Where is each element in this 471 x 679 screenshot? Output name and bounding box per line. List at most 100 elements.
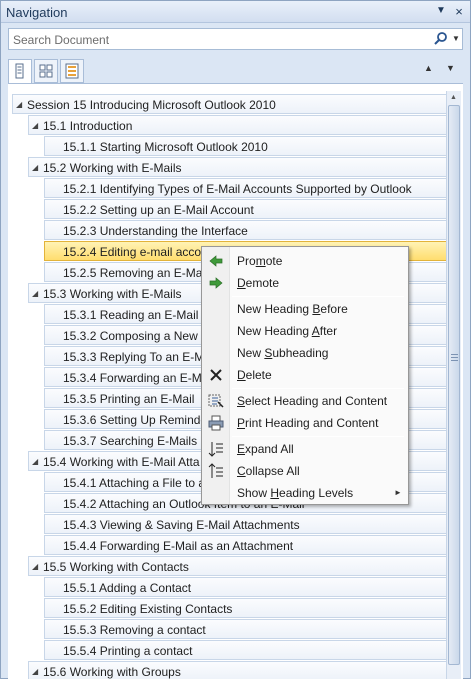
menu-item-new-subheading[interactable]: New Subheading <box>204 343 406 363</box>
tree-item[interactable]: 15.2.3 Understanding the Interface <box>44 220 446 240</box>
promote-arrow-icon <box>208 253 224 269</box>
tree-item[interactable]: 15.4.3 Viewing & Saving E-Mail Attachmen… <box>44 514 446 534</box>
search-icon[interactable] <box>433 31 449 47</box>
tree-item-label: 15.4.4 Forwarding E-Mail as an Attachmen… <box>63 539 294 553</box>
tree-item[interactable]: 15.5.3 Removing a contact <box>44 619 446 639</box>
demote-arrow-icon <box>208 275 224 291</box>
menu-item-label: Print Heading and Content <box>237 416 379 430</box>
tree-item-label: 15.2.5 Removing an E-Mail <box>63 266 208 280</box>
search-placeholder[interactable]: Search Document <box>13 33 109 47</box>
menu-item-show-heading-levels[interactable]: Show Heading Levels ► <box>204 483 406 503</box>
search-input[interactable]: Search Document ▼ <box>8 28 463 50</box>
close-icon[interactable]: × <box>452 4 466 19</box>
scrollbar-grip <box>451 354 458 361</box>
menu-item-print-heading-and-content[interactable]: Print Heading and Content <box>204 413 406 433</box>
tree-item-label: 15.5.1 Adding a Contact <box>63 581 192 595</box>
pane-title: Navigation <box>6 5 68 20</box>
tree-item-label: 15.2.2 Setting up an E-Mail Account <box>63 203 254 217</box>
tab-results[interactable] <box>60 59 84 83</box>
tree-item-label: 15.3.2 Composing a New E <box>63 329 210 343</box>
tree-item[interactable]: 15.5.4 Printing a contact <box>44 640 446 660</box>
menu-item-label: New Heading Before <box>237 302 348 316</box>
context-menu: Promote Demote New Heading Before New Headi… <box>201 246 409 505</box>
printer-icon <box>208 415 224 431</box>
tree-item-label: 15.5.3 Removing a contact <box>63 623 206 637</box>
next-heading-button[interactable]: ▼ <box>446 63 455 73</box>
menu-item-label: Delete <box>237 368 272 382</box>
tree-item-label: 15.4 Working with E-Mail Atta <box>43 455 200 469</box>
tree-item-label: 15.3.7 Searching E-Mails <box>63 434 198 448</box>
menu-item-expand-all[interactable]: Expand All <box>204 439 406 459</box>
menu-item-label: New Subheading <box>237 346 329 360</box>
tree-item[interactable]: ◢ 15.5 Working with Contacts <box>28 556 446 576</box>
tree-item-label: 15.2 Working with E-Mails <box>43 161 182 175</box>
collapse-triangle-icon[interactable]: ◢ <box>32 562 38 571</box>
menu-item-label: New Heading After <box>237 324 338 338</box>
menu-separator <box>232 436 404 437</box>
tree-item-label: 15.1 Introduction <box>43 119 133 133</box>
tree-item-label: Session 15 Introducing Microsoft Outlook… <box>27 98 276 112</box>
tree-item-label: 15.3.6 Setting Up Reminde <box>63 413 208 427</box>
menu-item-promote[interactable]: Promote <box>204 251 406 271</box>
menu-item-label: Promote <box>237 254 283 268</box>
pane-options-icon[interactable]: ▼ <box>435 5 447 19</box>
collapse-triangle-icon[interactable]: ◢ <box>32 121 38 130</box>
tree-item[interactable]: 15.4.4 Forwarding E-Mail as an Attachmen… <box>44 535 446 555</box>
tree-item-label: 15.3.3 Replying To an E-Ma <box>63 350 211 364</box>
tree-item[interactable]: ◢ 15.6 Working with Groups <box>28 661 446 679</box>
tree-item[interactable]: ◢ 15.2 Working with E-Mails <box>28 157 446 177</box>
menu-separator <box>232 296 404 297</box>
results-list-icon <box>65 63 79 79</box>
tree-item-label: 15.2.4 Editing e-mail accou <box>63 245 208 259</box>
menu-item-delete[interactable]: Delete <box>204 365 406 385</box>
collapse-triangle-icon[interactable]: ◢ <box>32 457 38 466</box>
menu-item-collapse-all[interactable]: Collapse All <box>204 461 406 481</box>
tree-item-label: 15.5.2 Editing Existing Contacts <box>63 602 233 616</box>
tree-item[interactable]: ◢ Session 15 Introducing Microsoft Outloo… <box>12 94 446 114</box>
collapse-triangle-icon[interactable]: ◢ <box>16 100 22 109</box>
tree-item-label: 15.3 Working with E-Mails <box>43 287 182 301</box>
scrollbar-thumb[interactable] <box>448 105 460 665</box>
collapse-all-icon <box>208 463 224 479</box>
document-headings-icon <box>15 63 24 79</box>
collapse-triangle-icon[interactable]: ◢ <box>32 667 38 676</box>
menu-item-label: Show Heading Levels <box>237 486 354 500</box>
tree-item-label: 15.3.1 Reading an E-Mail <box>63 308 199 322</box>
scroll-up-icon[interactable]: ▲ <box>450 94 457 101</box>
vertical-scrollbar[interactable]: ▲ <box>446 91 461 679</box>
menu-item-label: Select Heading and Content <box>237 394 388 408</box>
collapse-triangle-icon[interactable]: ◢ <box>32 163 38 172</box>
submenu-arrow-icon: ► <box>394 488 402 497</box>
menu-item-label: Collapse All <box>237 464 300 478</box>
menu-item-label: Demote <box>237 276 280 290</box>
tree-item[interactable]: 15.2.1 Identifying Types of E-Mail Accou… <box>44 178 446 198</box>
delete-x-icon <box>208 367 224 383</box>
tree-item[interactable]: 15.2.2 Setting up an E-Mail Account <box>44 199 446 219</box>
tab-pages[interactable] <box>34 59 58 83</box>
tree-item-label: 15.4.1 Attaching a File to a <box>63 476 206 490</box>
tree-item[interactable]: 15.5.2 Editing Existing Contacts <box>44 598 446 618</box>
tree-item-label: 15.3.4 Forwarding an E-Ma <box>63 371 209 385</box>
tab-headings[interactable] <box>8 59 32 84</box>
tree-item[interactable]: 15.1.1 Starting Microsoft Outlook 2010 <box>44 136 446 156</box>
select-content-icon <box>208 393 224 409</box>
menu-item-new-heading-after[interactable]: New Heading After <box>204 321 406 341</box>
tree-item-label: 15.6 Working with Groups <box>43 665 181 679</box>
tree-item-label: 15.2.1 Identifying Types of E-Mail Accou… <box>63 182 412 196</box>
tree-item[interactable]: ◢ 15.1 Introduction <box>28 115 446 135</box>
previous-heading-button[interactable]: ▲ <box>424 63 433 73</box>
tree-item-label: 15.5 Working with Contacts <box>43 560 189 574</box>
collapse-triangle-icon[interactable]: ◢ <box>32 289 38 298</box>
tree-item-label: 15.5.4 Printing a contact <box>63 644 193 658</box>
menu-item-demote[interactable]: Demote <box>204 273 406 293</box>
menu-item-select-heading-and-content[interactable]: Select Heading and Content <box>204 391 406 411</box>
tree-item-label: 15.3.5 Printing an E-Mail <box>63 392 195 406</box>
menu-item-label: Expand All <box>237 442 294 456</box>
tree-item[interactable]: 15.5.1 Adding a Contact <box>44 577 446 597</box>
search-options-icon[interactable]: ▼ <box>452 34 460 43</box>
tree-item-label: 15.1.1 Starting Microsoft Outlook 2010 <box>63 140 268 154</box>
tree-item-label: 15.4.3 Viewing & Saving E-Mail Attachmen… <box>63 518 300 532</box>
tree-item-label: 15.2.3 Understanding the Interface <box>63 224 248 238</box>
expand-all-icon <box>208 441 224 457</box>
menu-item-new-heading-before[interactable]: New Heading Before <box>204 299 406 319</box>
